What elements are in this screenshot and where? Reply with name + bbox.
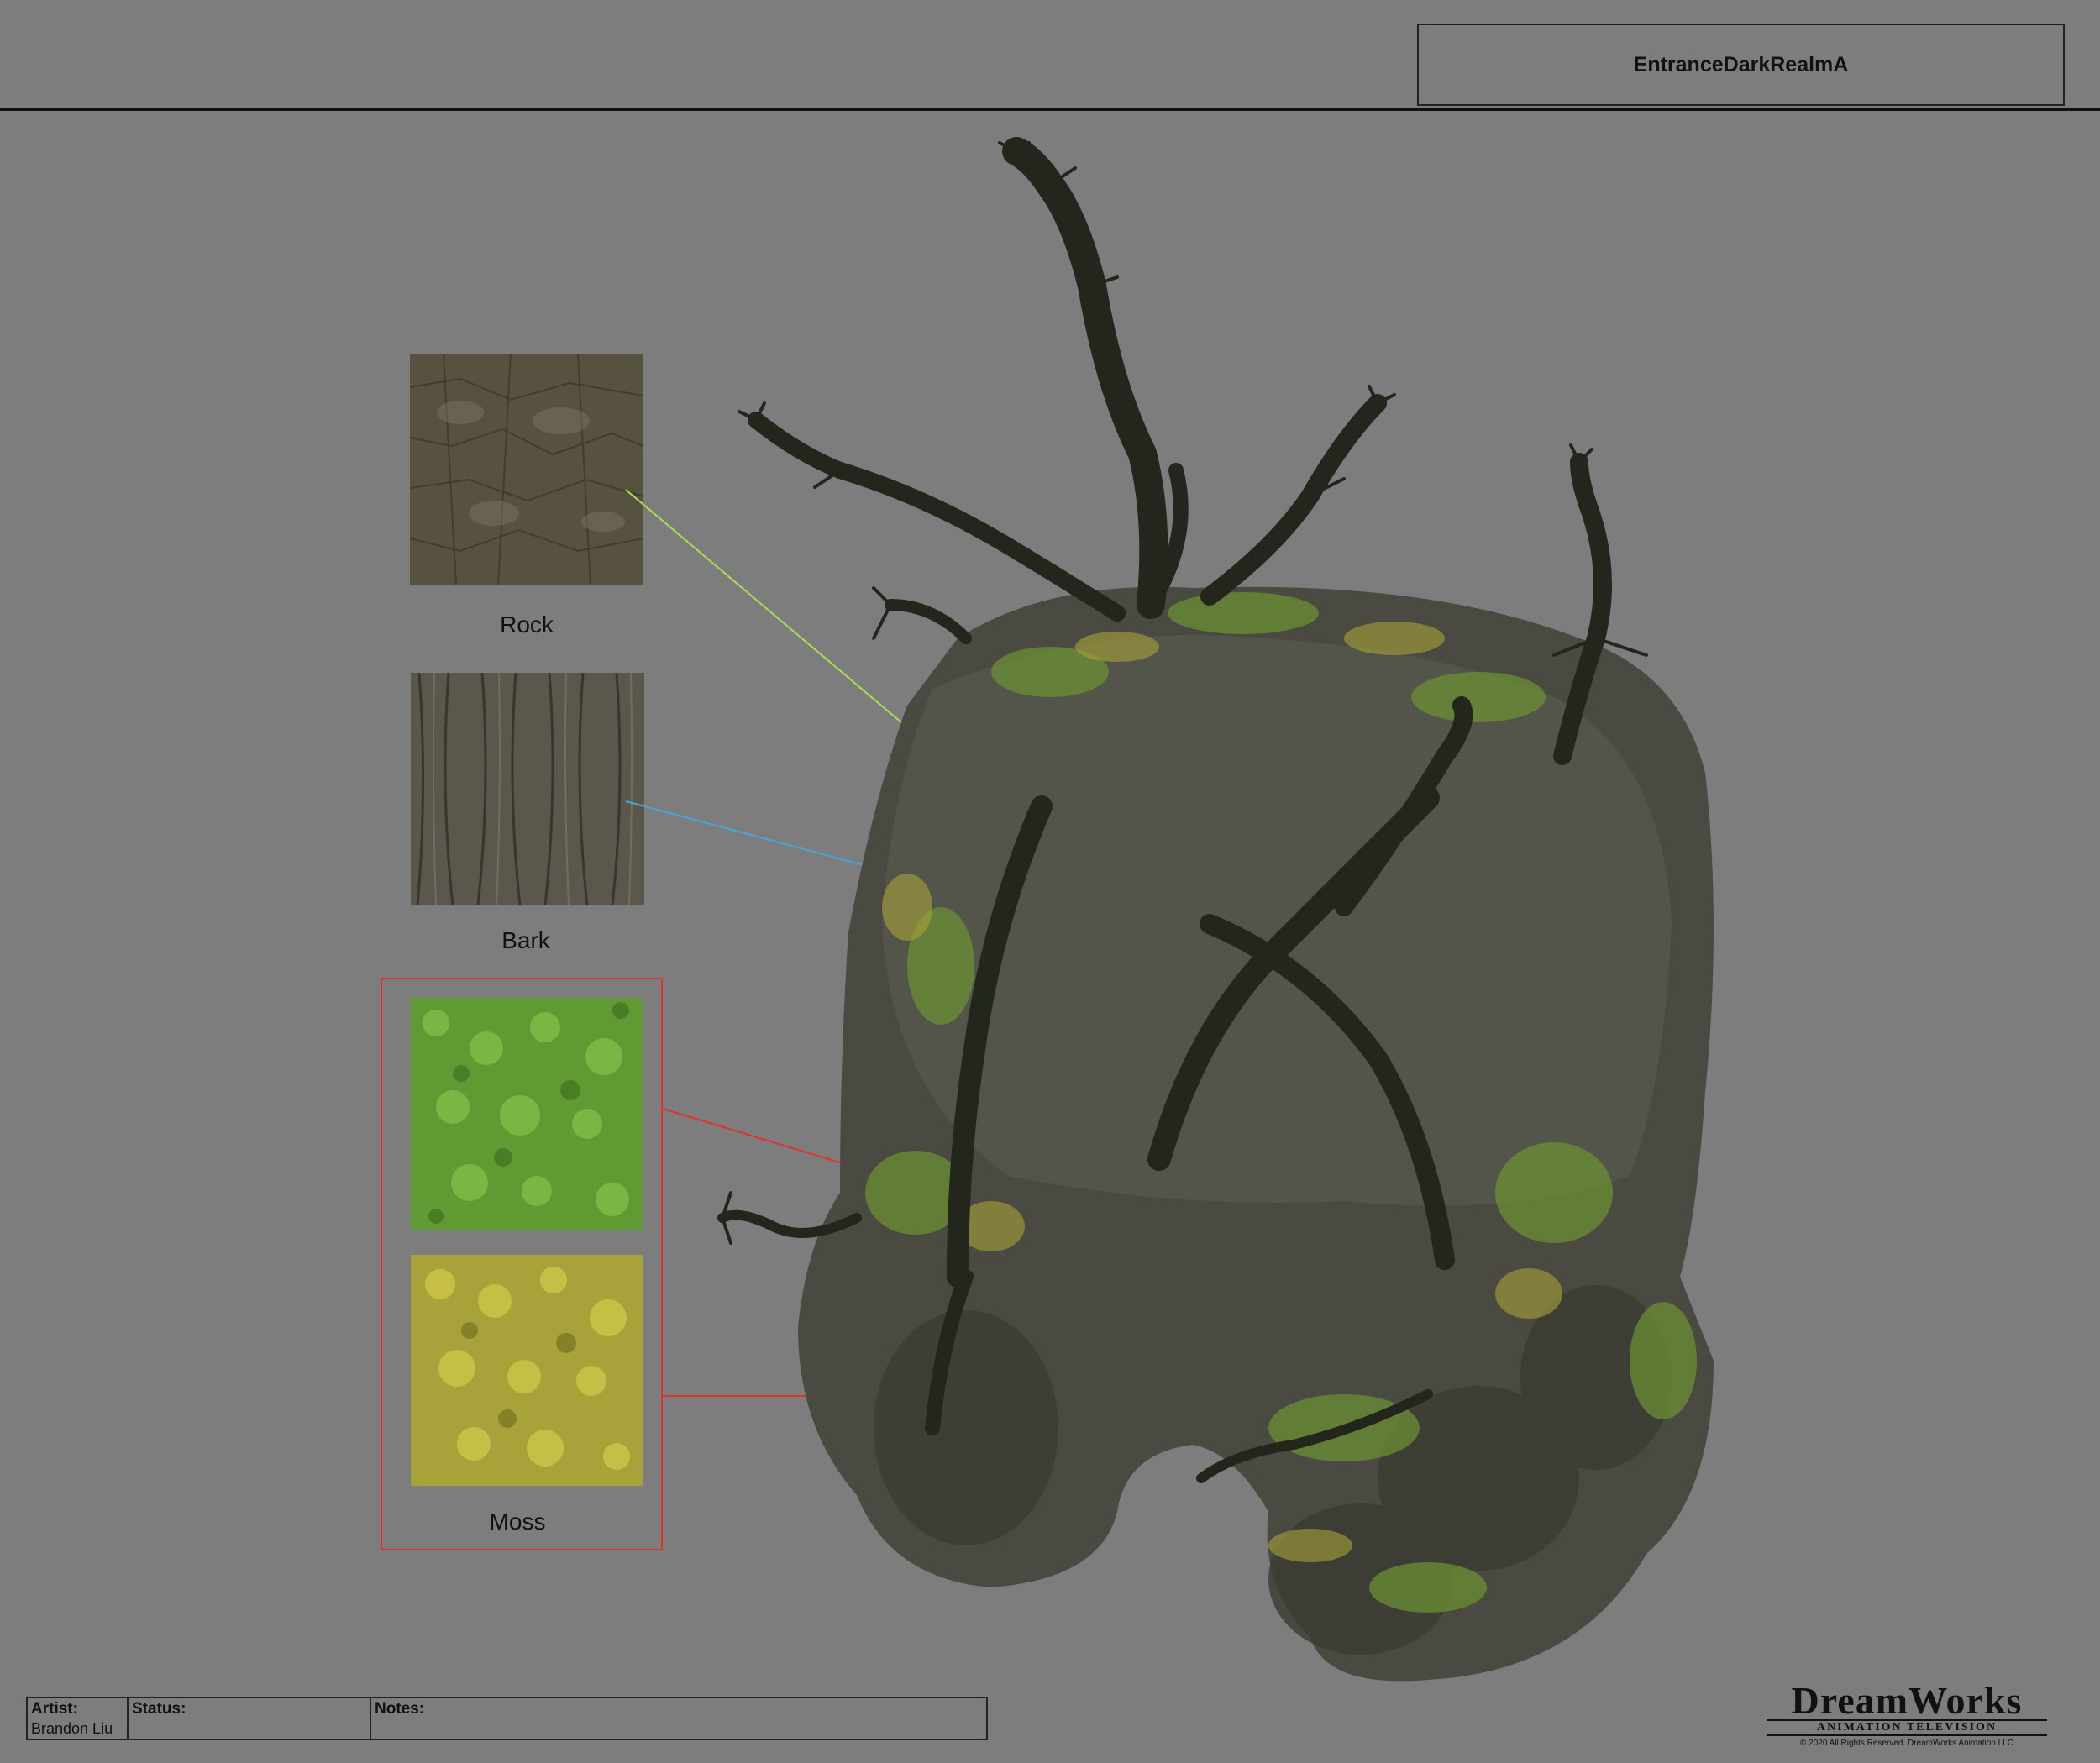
logo-copyright: © 2020 All Rights Reserved. DreamWorks A… (1800, 1739, 2013, 1748)
entrance-rock-formation-artwork (625, 137, 1714, 1682)
artist-value: Brandon Liu (31, 1720, 113, 1737)
notes-cell: Notes: (371, 1698, 986, 1739)
artist-cell: Artist: Brandon Liu (28, 1698, 129, 1739)
status-cell: Status: (129, 1698, 371, 1739)
status-label: Status: (132, 1700, 186, 1718)
title-block-table: Artist: Brandon Liu Status: Notes: (26, 1697, 988, 1740)
artist-label: Artist: (31, 1700, 78, 1718)
logo-wordmark: DreamWorks (1791, 1679, 2023, 1722)
logo-subtitle: ANIMATION TELEVISION (1767, 1719, 2047, 1736)
dreamworks-logo: DreamWorks ANIMATION TELEVISION © 2020 A… (1760, 1682, 2054, 1748)
notes-label: Notes: (375, 1700, 425, 1718)
